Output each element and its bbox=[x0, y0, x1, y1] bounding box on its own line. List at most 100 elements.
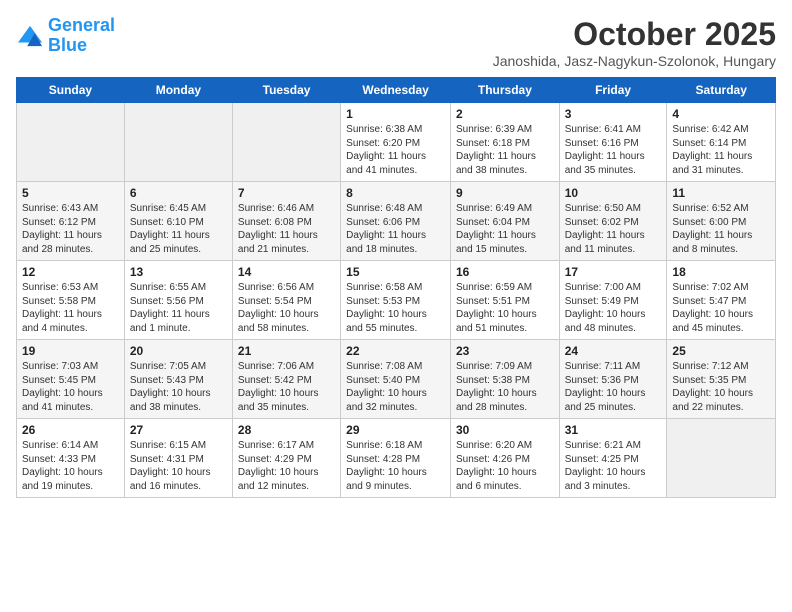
day-number: 20 bbox=[130, 344, 227, 358]
day-number: 16 bbox=[456, 265, 554, 279]
day-number: 1 bbox=[346, 107, 445, 121]
day-number: 21 bbox=[238, 344, 335, 358]
day-info: Sunrise: 7:09 AMSunset: 5:38 PMDaylight:… bbox=[456, 360, 554, 414]
logo-icon bbox=[16, 24, 44, 48]
day-number: 9 bbox=[456, 186, 554, 200]
day-info: Sunrise: 6:15 AMSunset: 4:31 PMDaylight:… bbox=[130, 439, 227, 493]
calendar-cell bbox=[667, 419, 776, 498]
day-info: Sunrise: 6:52 AMSunset: 6:00 PMDaylight:… bbox=[672, 202, 770, 256]
day-number: 8 bbox=[346, 186, 445, 200]
day-number: 29 bbox=[346, 423, 445, 437]
calendar-week-5: 26 Sunrise: 6:14 AMSunset: 4:33 PMDayligh… bbox=[17, 419, 776, 498]
calendar-cell: 29 Sunrise: 6:18 AMSunset: 4:28 PMDayligh… bbox=[341, 419, 451, 498]
calendar-cell: 23 Sunrise: 7:09 AMSunset: 5:38 PMDayligh… bbox=[450, 340, 559, 419]
calendar-header: SundayMondayTuesdayWednesdayThursdayFrid… bbox=[17, 78, 776, 103]
day-info: Sunrise: 6:55 AMSunset: 5:56 PMDaylight:… bbox=[130, 281, 227, 335]
day-info: Sunrise: 7:06 AMSunset: 5:42 PMDaylight:… bbox=[238, 360, 335, 414]
calendar-week-3: 12 Sunrise: 6:53 AMSunset: 5:58 PMDayligh… bbox=[17, 261, 776, 340]
calendar-week-1: 1 Sunrise: 6:38 AMSunset: 6:20 PMDaylight… bbox=[17, 103, 776, 182]
day-info: Sunrise: 7:05 AMSunset: 5:43 PMDaylight:… bbox=[130, 360, 227, 414]
calendar-cell: 24 Sunrise: 7:11 AMSunset: 5:36 PMDayligh… bbox=[559, 340, 667, 419]
day-info: Sunrise: 6:42 AMSunset: 6:14 PMDaylight:… bbox=[672, 123, 770, 177]
day-number: 17 bbox=[565, 265, 662, 279]
calendar-cell: 31 Sunrise: 6:21 AMSunset: 4:25 PMDayligh… bbox=[559, 419, 667, 498]
header-row: SundayMondayTuesdayWednesdayThursdayFrid… bbox=[17, 78, 776, 103]
day-info: Sunrise: 6:59 AMSunset: 5:51 PMDaylight:… bbox=[456, 281, 554, 335]
day-number: 13 bbox=[130, 265, 227, 279]
day-info: Sunrise: 6:58 AMSunset: 5:53 PMDaylight:… bbox=[346, 281, 445, 335]
calendar-cell bbox=[17, 103, 125, 182]
day-number: 7 bbox=[238, 186, 335, 200]
day-info: Sunrise: 6:45 AMSunset: 6:10 PMDaylight:… bbox=[130, 202, 227, 256]
day-info: Sunrise: 6:46 AMSunset: 6:08 PMDaylight:… bbox=[238, 202, 335, 256]
calendar-cell: 19 Sunrise: 7:03 AMSunset: 5:45 PMDayligh… bbox=[17, 340, 125, 419]
day-number: 24 bbox=[565, 344, 662, 358]
day-info: Sunrise: 6:53 AMSunset: 5:58 PMDaylight:… bbox=[22, 281, 119, 335]
logo: General Blue bbox=[16, 16, 115, 56]
day-number: 15 bbox=[346, 265, 445, 279]
day-number: 6 bbox=[130, 186, 227, 200]
day-number: 11 bbox=[672, 186, 770, 200]
header-day-wednesday: Wednesday bbox=[341, 78, 451, 103]
calendar-cell: 7 Sunrise: 6:46 AMSunset: 6:08 PMDaylight… bbox=[232, 182, 340, 261]
logo-text: General Blue bbox=[48, 16, 115, 56]
day-number: 27 bbox=[130, 423, 227, 437]
calendar-cell: 20 Sunrise: 7:05 AMSunset: 5:43 PMDayligh… bbox=[124, 340, 232, 419]
day-info: Sunrise: 6:18 AMSunset: 4:28 PMDaylight:… bbox=[346, 439, 445, 493]
calendar-cell: 27 Sunrise: 6:15 AMSunset: 4:31 PMDayligh… bbox=[124, 419, 232, 498]
calendar-cell: 21 Sunrise: 7:06 AMSunset: 5:42 PMDayligh… bbox=[232, 340, 340, 419]
header-day-tuesday: Tuesday bbox=[232, 78, 340, 103]
day-number: 23 bbox=[456, 344, 554, 358]
calendar-cell: 16 Sunrise: 6:59 AMSunset: 5:51 PMDayligh… bbox=[450, 261, 559, 340]
calendar-cell: 3 Sunrise: 6:41 AMSunset: 6:16 PMDaylight… bbox=[559, 103, 667, 182]
calendar-body: 1 Sunrise: 6:38 AMSunset: 6:20 PMDaylight… bbox=[17, 103, 776, 498]
calendar-cell: 2 Sunrise: 6:39 AMSunset: 6:18 PMDaylight… bbox=[450, 103, 559, 182]
header-day-thursday: Thursday bbox=[450, 78, 559, 103]
header-day-saturday: Saturday bbox=[667, 78, 776, 103]
day-info: Sunrise: 6:50 AMSunset: 6:02 PMDaylight:… bbox=[565, 202, 662, 256]
day-info: Sunrise: 6:17 AMSunset: 4:29 PMDaylight:… bbox=[238, 439, 335, 493]
day-number: 5 bbox=[22, 186, 119, 200]
header-day-sunday: Sunday bbox=[17, 78, 125, 103]
calendar-cell: 12 Sunrise: 6:53 AMSunset: 5:58 PMDayligh… bbox=[17, 261, 125, 340]
day-number: 14 bbox=[238, 265, 335, 279]
day-info: Sunrise: 6:21 AMSunset: 4:25 PMDaylight:… bbox=[565, 439, 662, 493]
day-info: Sunrise: 7:08 AMSunset: 5:40 PMDaylight:… bbox=[346, 360, 445, 414]
calendar-week-2: 5 Sunrise: 6:43 AMSunset: 6:12 PMDaylight… bbox=[17, 182, 776, 261]
calendar-cell: 11 Sunrise: 6:52 AMSunset: 6:00 PMDayligh… bbox=[667, 182, 776, 261]
calendar-cell: 28 Sunrise: 6:17 AMSunset: 4:29 PMDayligh… bbox=[232, 419, 340, 498]
day-info: Sunrise: 6:38 AMSunset: 6:20 PMDaylight:… bbox=[346, 123, 445, 177]
day-info: Sunrise: 6:43 AMSunset: 6:12 PMDaylight:… bbox=[22, 202, 119, 256]
day-number: 30 bbox=[456, 423, 554, 437]
day-info: Sunrise: 7:02 AMSunset: 5:47 PMDaylight:… bbox=[672, 281, 770, 335]
day-info: Sunrise: 6:39 AMSunset: 6:18 PMDaylight:… bbox=[456, 123, 554, 177]
day-info: Sunrise: 7:03 AMSunset: 5:45 PMDaylight:… bbox=[22, 360, 119, 414]
calendar-cell bbox=[232, 103, 340, 182]
calendar-cell: 1 Sunrise: 6:38 AMSunset: 6:20 PMDaylight… bbox=[341, 103, 451, 182]
day-info: Sunrise: 6:20 AMSunset: 4:26 PMDaylight:… bbox=[456, 439, 554, 493]
calendar-subtitle: Janoshida, Jasz-Nagykun-Szolonok, Hungar… bbox=[493, 53, 776, 69]
calendar-cell: 25Sunrise: 7:12 AMSunset: 5:35 PMDayligh… bbox=[667, 340, 776, 419]
day-number: 10 bbox=[565, 186, 662, 200]
calendar-title: October 2025 bbox=[493, 16, 776, 53]
day-info: Sunrise: 6:41 AMSunset: 6:16 PMDaylight:… bbox=[565, 123, 662, 177]
day-number: 19 bbox=[22, 344, 119, 358]
day-info: Sunrise: 6:49 AMSunset: 6:04 PMDaylight:… bbox=[456, 202, 554, 256]
day-number: 12 bbox=[22, 265, 119, 279]
day-number: 28 bbox=[238, 423, 335, 437]
day-info: Sunrise: 6:14 AMSunset: 4:33 PMDaylight:… bbox=[22, 439, 119, 493]
title-block: October 2025 Janoshida, Jasz-Nagykun-Szo… bbox=[493, 16, 776, 69]
day-info: Sunrise: 7:11 AMSunset: 5:36 PMDaylight:… bbox=[565, 360, 662, 414]
calendar-cell: 18 Sunrise: 7:02 AMSunset: 5:47 PMDayligh… bbox=[667, 261, 776, 340]
day-number: 2 bbox=[456, 107, 554, 121]
calendar-cell: 26 Sunrise: 6:14 AMSunset: 4:33 PMDayligh… bbox=[17, 419, 125, 498]
calendar-week-4: 19 Sunrise: 7:03 AMSunset: 5:45 PMDayligh… bbox=[17, 340, 776, 419]
day-number: 4 bbox=[672, 107, 770, 121]
day-number: 3 bbox=[565, 107, 662, 121]
day-number: 18 bbox=[672, 265, 770, 279]
day-number: 26 bbox=[22, 423, 119, 437]
day-info: Sunrise: 6:56 AMSunset: 5:54 PMDaylight:… bbox=[238, 281, 335, 335]
day-number: 31 bbox=[565, 423, 662, 437]
calendar-cell: 10 Sunrise: 6:50 AMSunset: 6:02 PMDayligh… bbox=[559, 182, 667, 261]
calendar-cell bbox=[124, 103, 232, 182]
